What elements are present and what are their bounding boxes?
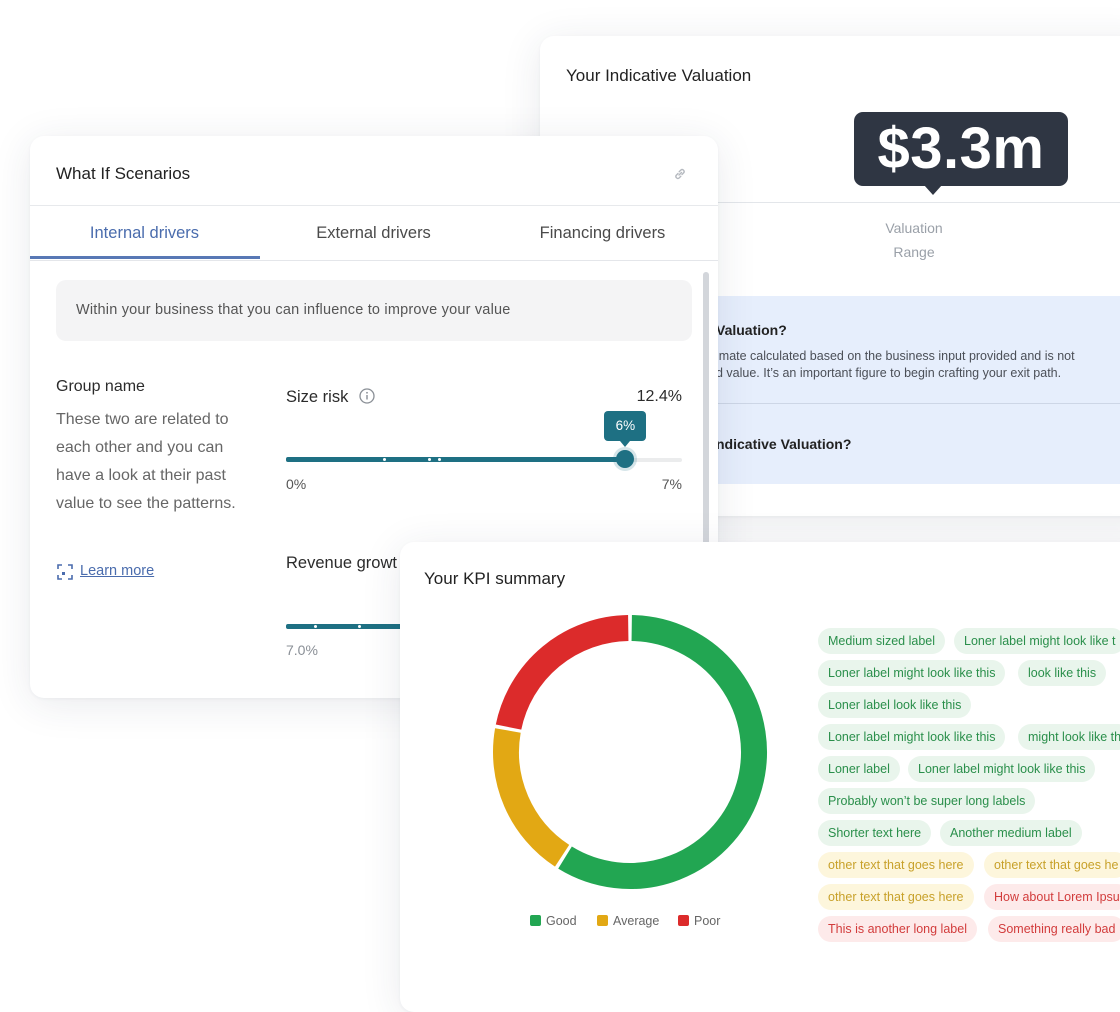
tab-internal-drivers[interactable]: Internal drivers [30, 206, 259, 260]
driver-tabs: Internal drivers External drivers Financ… [30, 205, 718, 261]
kpi-donut-chart [493, 615, 767, 889]
faq-answer-line-2: d value. It’s an important figure to beg… [716, 366, 1062, 380]
scrollbar-thumb[interactable] [703, 272, 709, 572]
kpi-chip-average: other text that goes here [818, 884, 974, 910]
kpi-chip-good: Loner label might look like this [908, 756, 1096, 782]
legend-item-good: Good [530, 914, 577, 928]
kpi-chip-good: Loner label look like this [818, 692, 972, 718]
slider-tick [428, 458, 431, 461]
valuation-bubble-pointer [924, 185, 942, 195]
tab-financing-drivers[interactable]: Financing drivers [488, 206, 717, 260]
kpi-chip-poor: This is another long label [818, 916, 977, 942]
kpi-chip-poor: How about Lorem Ipsu [984, 884, 1120, 910]
size-risk-handle[interactable] [616, 450, 635, 468]
legend-swatch-average [597, 915, 608, 926]
legend-item-poor: Poor [678, 914, 720, 928]
revenue-growth-label: Revenue growt [286, 554, 397, 572]
donut-slice-poor [495, 615, 629, 730]
kpi-chip-average: other text that goes here [818, 852, 974, 878]
valuation-range-label: Valuation [885, 220, 943, 236]
valuation-amount: $3.3m [854, 112, 1068, 186]
info-icon[interactable] [359, 388, 375, 404]
size-risk-tooltip: 6% [604, 411, 647, 441]
valuation-title: Your Indicative Valuation [566, 66, 752, 85]
drivers-info-text: Within your business that you can influe… [76, 302, 511, 318]
slider-tick [358, 625, 361, 628]
expand-icon[interactable] [56, 563, 74, 581]
faq-divider [700, 403, 1120, 404]
kpi-summary-card: Your KPI summary Good Average Poor Mediu… [400, 542, 1120, 1012]
size-risk-tooltip-pointer [620, 441, 631, 447]
faq-question-2[interactable]: ndicative Valuation? [716, 436, 851, 452]
faq-answer-1: imate calculated based on the business i… [716, 348, 1120, 382]
kpi-chip-good: Shorter text here [818, 820, 932, 846]
revenue-growth-fill[interactable] [286, 624, 404, 629]
revenue-growth-min: 7.0% [286, 642, 318, 658]
kpi-chip-good: Loner label might look like t [954, 628, 1120, 654]
tab-external-drivers[interactable]: External drivers [259, 206, 488, 260]
group-name: Group name [56, 378, 145, 395]
size-risk-fill [286, 457, 626, 462]
kpi-chip-good: Probably won’t be super long labels [818, 788, 1036, 814]
legend-swatch-poor [678, 915, 689, 926]
kpi-title: Your KPI summary [424, 569, 566, 588]
kpi-chip-average: other text that goes he [984, 852, 1120, 878]
donut-slice-good [558, 615, 767, 889]
faq-question-1[interactable]: Valuation? [716, 322, 787, 338]
slider-tick [383, 458, 386, 461]
slider-tick [314, 625, 317, 628]
faq-answer-line-1: imate calculated based on the business i… [716, 349, 1075, 363]
size-risk-value: 12.4% [636, 388, 682, 405]
valuation-range-label-2: Range [893, 244, 935, 260]
slider-tick [438, 458, 441, 461]
kpi-chip-poor: Something really bad [988, 916, 1120, 942]
kpi-chip-good: Loner label might look like this [818, 724, 1006, 750]
kpi-chip-good: Medium sized label [818, 628, 945, 654]
group-description: These two are related to each other and … [56, 411, 236, 512]
legend-label-average: Average [613, 914, 660, 928]
kpi-chip-good: Loner label might look like this [818, 660, 1006, 686]
drivers-info-box: Within your business that you can influe… [56, 280, 692, 341]
legend-swatch-good [530, 915, 541, 926]
legend-label-poor: Poor [694, 914, 721, 928]
legend-item-average: Average [597, 914, 659, 928]
legend-label-good: Good [546, 914, 577, 928]
kpi-chip-good: might look like th [1018, 724, 1120, 750]
kpi-chip-good: Loner label [818, 756, 900, 782]
size-risk-max: 7% [661, 476, 682, 492]
size-risk-label: Size risk [286, 388, 349, 406]
kpi-chip-good: look like this [1018, 660, 1107, 686]
kpi-chip-good: Another medium label [940, 820, 1082, 846]
size-risk-min: 0% [286, 476, 307, 492]
link-icon[interactable] [672, 166, 688, 182]
donut-slice-average [493, 728, 570, 867]
what-if-title: What If Scenarios [56, 164, 191, 183]
learn-more-link[interactable]: Learn more [80, 563, 154, 579]
active-tab-indicator [30, 256, 260, 259]
